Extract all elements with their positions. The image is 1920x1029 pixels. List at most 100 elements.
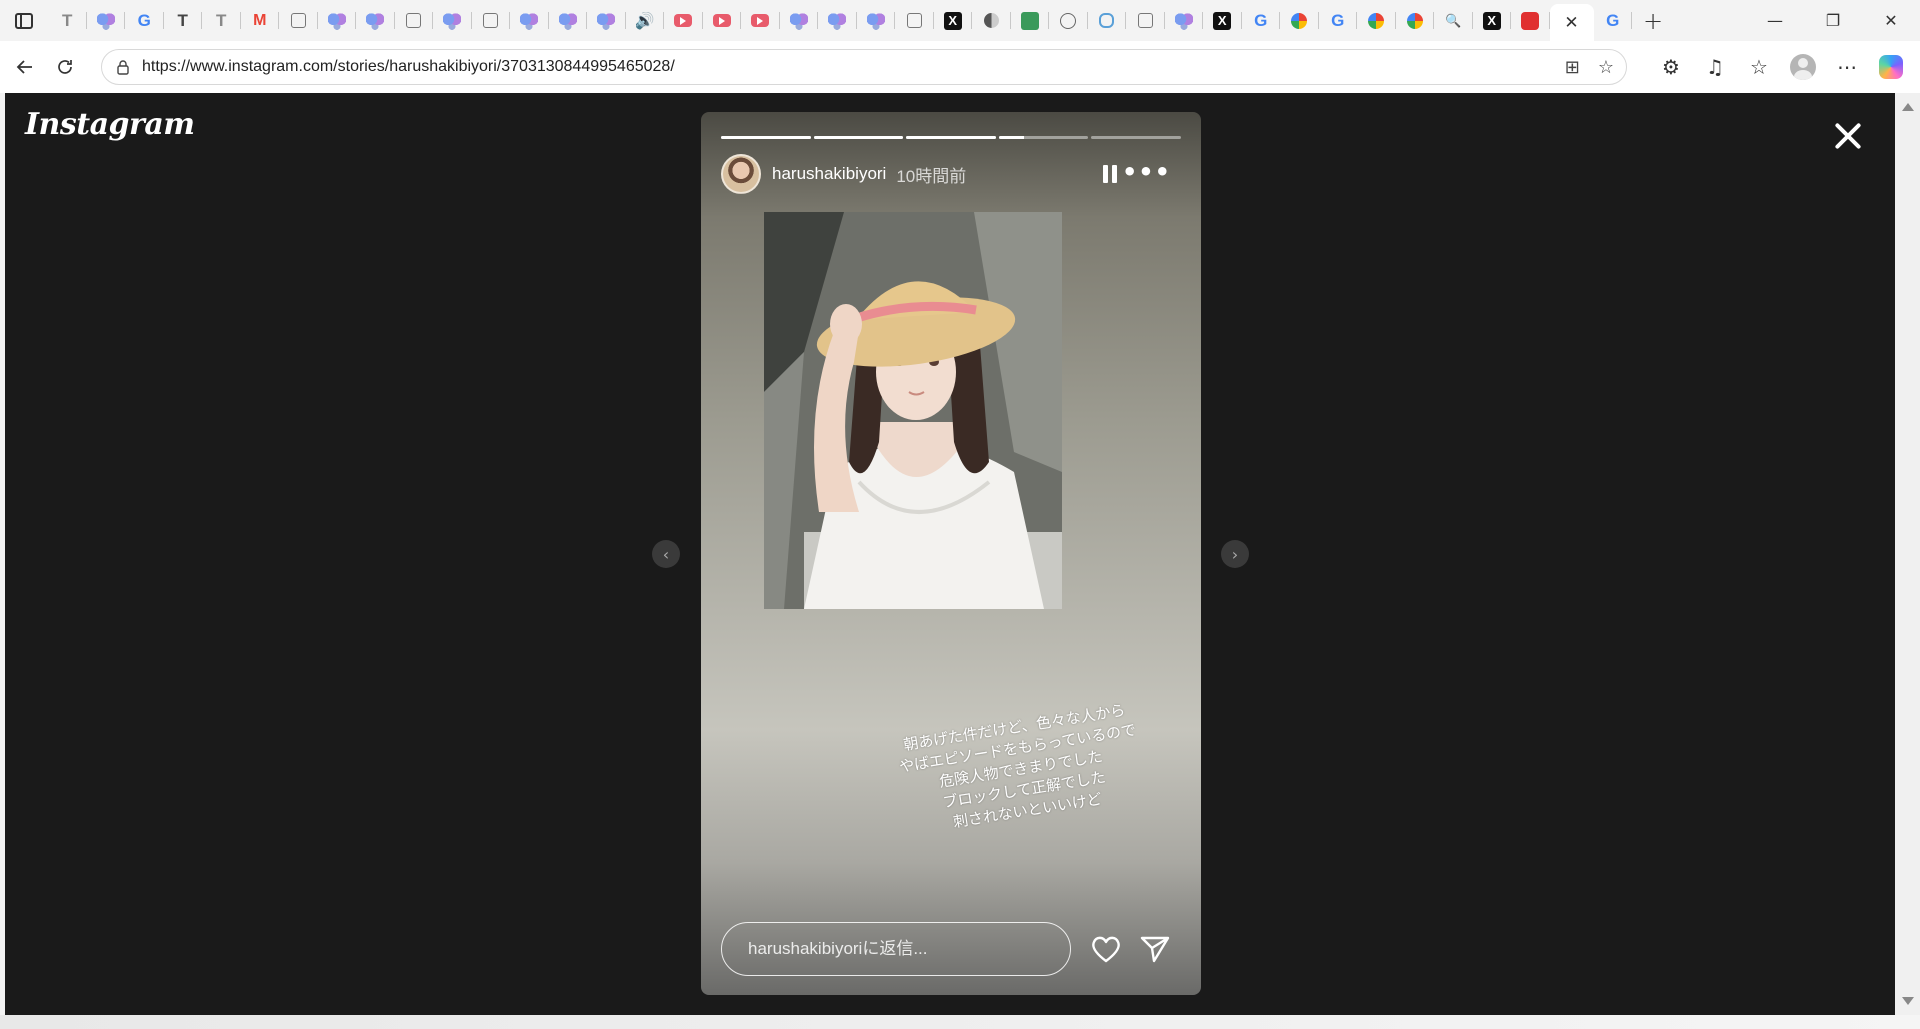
tab-strip: T G T T M 🔊 X X G G 🔍 X ✕ G + — ❐ ✕ [0,0,1920,41]
tab-2[interactable] [87,0,126,41]
tab-5[interactable]: T [202,0,241,41]
site-info-icon[interactable] [114,58,132,76]
instagram-logo[interactable]: Instagram [25,107,195,142]
tab-4[interactable]: T [164,0,203,41]
tab-36[interactable] [1396,0,1435,41]
story-username[interactable]: harushakibiyori [772,164,886,184]
scroll-down-arrow-icon[interactable] [1902,997,1914,1005]
like-button[interactable] [1090,934,1122,964]
active-tab[interactable]: ✕ [1549,4,1594,41]
restore-button[interactable]: ❐ [1804,0,1862,41]
tab-34[interactable]: G [1319,0,1358,41]
tab-24[interactable]: X [934,0,973,41]
profile-button[interactable] [1784,47,1822,87]
favorites-icon: ☆ [1750,55,1768,79]
close-story-button[interactable] [1831,119,1865,153]
tab-38[interactable]: X [1473,0,1512,41]
pinwheel-icon [1368,12,1385,29]
tab-33[interactable] [1280,0,1319,41]
tab-28[interactable] [1088,0,1127,41]
copilot-button[interactable] [1872,47,1910,87]
tab-19[interactable] [741,0,780,41]
tab-8[interactable] [318,0,357,41]
tab-7[interactable] [279,0,318,41]
text-t-icon: T [177,11,188,30]
address-bar[interactable]: https://www.instagram.com/stories/harush… [101,49,1627,85]
close-tab-icon[interactable]: ✕ [1564,13,1578,33]
tab-14[interactable] [549,0,588,41]
extensions-button[interactable]: ⚙ [1652,47,1690,87]
scroll-up-arrow-icon[interactable] [1902,103,1914,111]
settings-more-button[interactable]: ⋯ [1828,47,1866,87]
tab-13[interactable] [510,0,549,41]
url-text[interactable]: https://www.instagram.com/stories/harush… [142,58,675,76]
tab-list: T G T T M 🔊 X X G G 🔍 X ✕ G + [48,0,1674,41]
x-icon: X [1482,11,1501,30]
tab-30[interactable] [1165,0,1204,41]
progress-segment-4 [998,136,1089,139]
minimize-button[interactable]: — [1746,0,1804,41]
favorite-star-icon[interactable]: ☆ [1598,57,1614,78]
app-available-icon[interactable]: ⊞ [1565,57,1580,78]
tab-23[interactable] [895,0,934,41]
pause-button[interactable] [1102,163,1118,185]
document-icon [483,13,499,28]
google-icon: G [1606,11,1620,30]
tab-29[interactable] [1126,0,1165,41]
tab-39[interactable] [1511,0,1550,41]
tab-10[interactable] [395,0,434,41]
youtube-icon [751,14,770,27]
reload-button[interactable] [45,47,85,87]
tab-35[interactable] [1357,0,1396,41]
tab-26[interactable] [1011,0,1050,41]
next-story-button[interactable]: › [1221,540,1249,568]
youtube-icon [674,14,693,27]
tab-27[interactable] [1049,0,1088,41]
tab-11[interactable] [433,0,472,41]
tab-3[interactable]: G [125,0,164,41]
window-controls: — ❐ ✕ [1746,0,1920,41]
tab-16[interactable]: 🔊 [626,0,665,41]
window-bottom-edge [0,1015,1920,1029]
tab-after-active[interactable]: G [1594,0,1633,41]
tab-37[interactable]: 🔍 [1434,0,1473,41]
favorites-button[interactable]: ☆ [1740,47,1778,87]
tab-15[interactable] [587,0,626,41]
reply-input[interactable] [748,939,1048,959]
close-window-button[interactable]: ✕ [1862,0,1920,41]
tab-1[interactable]: T [48,0,87,41]
toolbar-right: ⚙ ♫ ☆ ⋯ [1652,47,1910,87]
instagram-story-viewer: Instagram ‹ › harushakibiyori 10時間前 ••• [5,93,1895,1015]
tab-9[interactable] [356,0,395,41]
previous-story-button[interactable]: ‹ [652,540,680,568]
share-button[interactable] [1139,934,1171,964]
tab-12[interactable] [472,0,511,41]
document-icon [290,13,306,28]
reply-box[interactable] [721,922,1071,976]
tab-25[interactable] [972,0,1011,41]
document-icon [906,13,922,28]
story-card[interactable]: harushakibiyori 10時間前 ••• 朝あげた件だけど、色々な人か… [701,112,1201,995]
tab-6[interactable]: M [241,0,280,41]
new-tab-button[interactable]: + [1632,0,1674,41]
butterfly-icon [866,11,885,30]
story-photo-illustration [764,212,1062,609]
google-icon: G [1331,11,1345,30]
x-icon: X [943,11,962,30]
tab-18[interactable] [703,0,742,41]
tab-21[interactable] [818,0,857,41]
tab-17[interactable] [664,0,703,41]
tab-32[interactable]: G [1242,0,1281,41]
back-button[interactable] [5,47,45,87]
progress-segment-1 [721,136,811,139]
vertical-scrollbar[interactable] [1895,93,1920,1015]
tab-22[interactable] [857,0,896,41]
user-avatar[interactable] [721,154,761,194]
tab-31[interactable]: X [1203,0,1242,41]
butterfly-icon [366,11,385,30]
tab-20[interactable] [780,0,819,41]
media-control-button[interactable]: ♫ [1696,47,1734,87]
story-options-button[interactable]: ••• [1122,160,1171,184]
tab-actions-button[interactable] [0,0,48,41]
butterfly-icon [597,11,616,30]
